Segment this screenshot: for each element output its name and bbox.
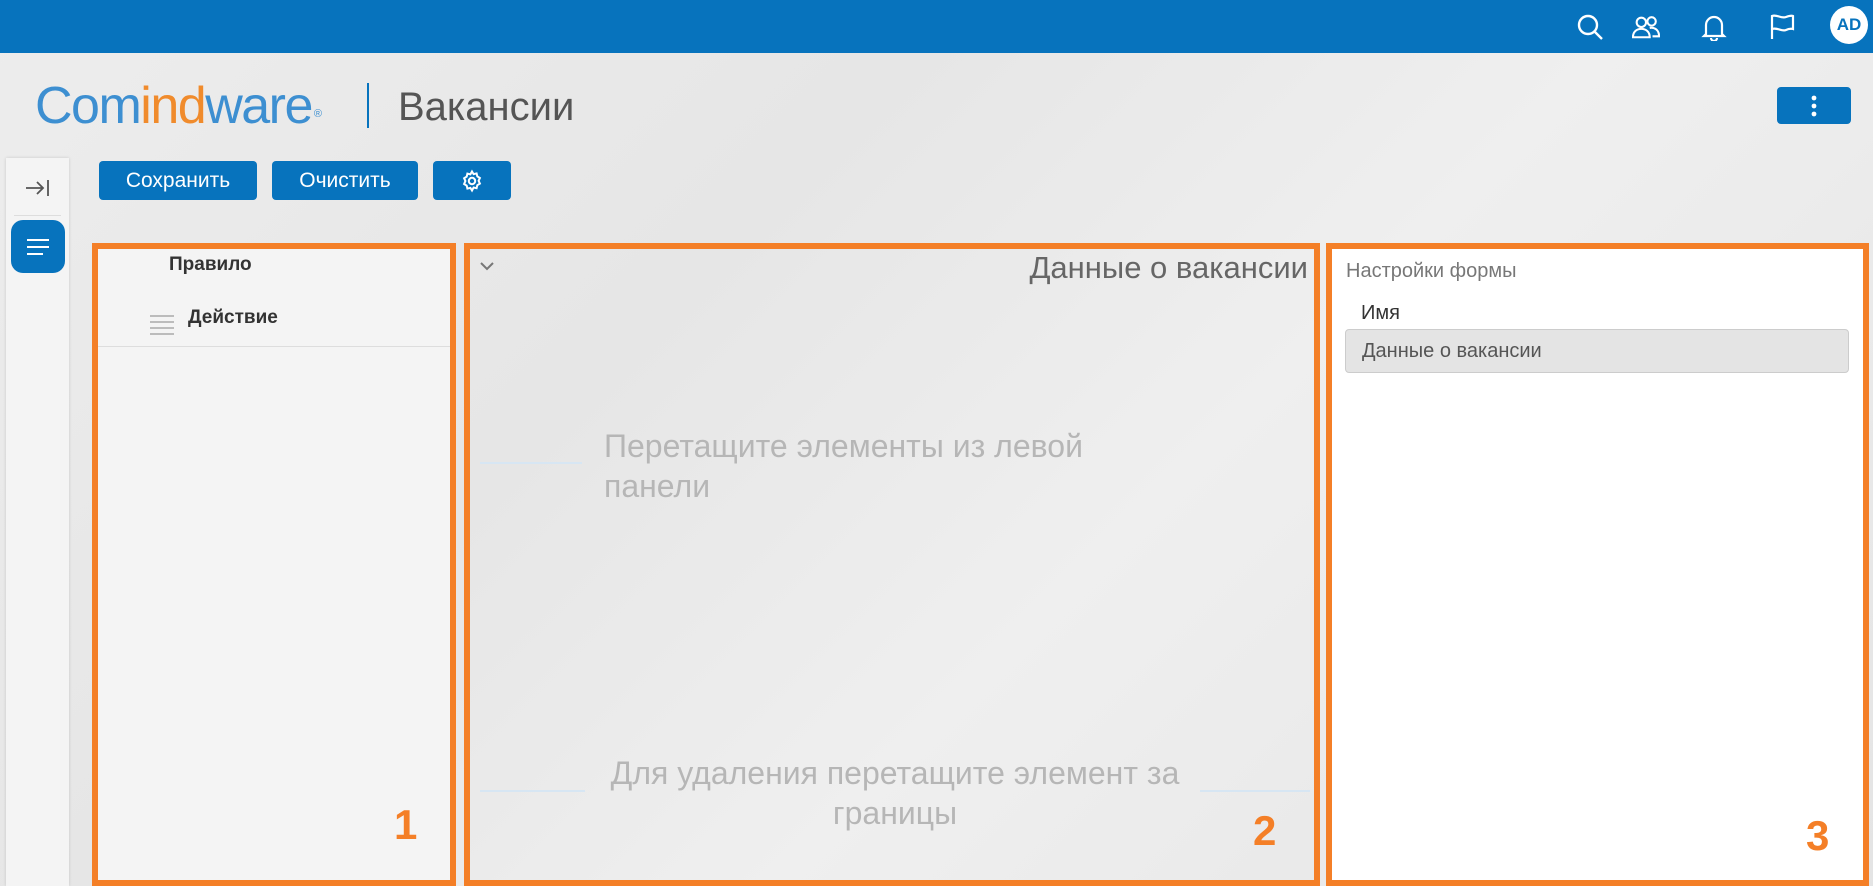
save-button[interactable]: Сохранить	[99, 161, 257, 200]
delete-hint-text: Для удаления перетащите элемент за грани…	[610, 755, 1180, 831]
clear-button[interactable]: Очистить	[272, 161, 418, 200]
logo-text-ware: ware	[205, 77, 313, 135]
panel-number-3: 3	[1806, 812, 1830, 859]
logo-text-ind: ind	[140, 77, 206, 135]
name-field[interactable]	[1345, 329, 1849, 373]
top-bar: AD	[0, 0, 1873, 53]
form-settings-title: Настройки формы	[1346, 260, 1517, 282]
logo-registered-mark: ®	[313, 108, 322, 120]
tree-item-rule[interactable]: Правило	[169, 254, 252, 276]
rail-divider	[14, 215, 61, 216]
panel-number-1: 1	[394, 801, 418, 848]
tree-item-action[interactable]: Действие	[188, 307, 278, 329]
name-field-label: Имя	[1361, 302, 1400, 324]
kebab-icon	[1811, 95, 1817, 116]
users-icon[interactable]	[1629, 10, 1663, 44]
arrow-to-line-icon	[26, 180, 49, 196]
page-title: Вакансии	[398, 85, 575, 129]
flag-icon[interactable]	[1765, 10, 1799, 44]
title-divider	[367, 83, 369, 128]
left-rail	[6, 158, 69, 886]
chevron-down-icon[interactable]	[478, 258, 496, 274]
delete-arrow-left	[480, 790, 585, 792]
delete-arrow-right	[1200, 790, 1310, 792]
expand-panel-button[interactable]	[22, 172, 54, 204]
logo-text-com: Com	[35, 77, 142, 135]
bell-icon[interactable]	[1697, 10, 1731, 44]
comindware-logo[interactable]: Comindware ®	[35, 77, 322, 135]
panel-number-2: 2	[1253, 807, 1277, 854]
tree-divider	[98, 346, 450, 347]
drop-arrow-left	[480, 462, 582, 464]
form-heading: Данные о вакансии	[1029, 250, 1308, 285]
search-icon[interactable]	[1573, 10, 1607, 44]
drop-hint-text: Перетащите элементы из левой панели	[604, 428, 1083, 504]
settings-button[interactable]	[433, 161, 511, 200]
menu-icon	[27, 238, 49, 255]
element-tree-panel	[92, 243, 456, 886]
gear-icon	[462, 169, 482, 193]
avatar[interactable]: AD	[1830, 6, 1868, 44]
drag-handle-icon[interactable]	[150, 314, 174, 336]
more-menu-button[interactable]	[1777, 87, 1851, 124]
menu-button[interactable]	[11, 220, 65, 273]
